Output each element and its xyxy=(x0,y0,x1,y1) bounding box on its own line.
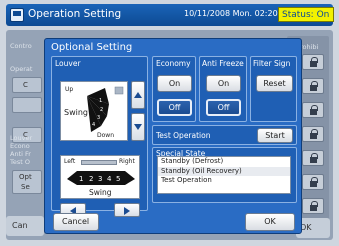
louver-up-label: Up xyxy=(65,86,74,93)
lr-swing-label: Swing xyxy=(89,188,112,197)
special-state-item: Standby (Defrost) xyxy=(161,157,224,165)
bg-c1-label: C xyxy=(23,81,28,89)
lr-pos-4: 4 xyxy=(107,175,112,183)
lock-icon xyxy=(302,78,324,94)
economy-panel: Economy On Off xyxy=(152,56,196,122)
arrow-right-icon xyxy=(124,207,130,215)
lock-icon xyxy=(302,198,324,214)
anti-freeze-panel: Anti Freeze On Off xyxy=(199,56,247,122)
special-state-item: Standby (Oil Recovery) xyxy=(158,166,290,176)
test-operation-panel: Test Operation Start xyxy=(152,125,297,145)
lr-left-label: Left xyxy=(64,158,76,165)
louver-pos-2: 2 xyxy=(100,107,103,113)
louver-down-label: Down xyxy=(97,132,115,139)
bg-prohibit-label: rohibi xyxy=(300,43,319,51)
title-bar: Operation Setting 10/11/2008 Mon. 02:20 … xyxy=(6,4,334,26)
bg-cancel-button: Can xyxy=(6,216,44,236)
cancel-button[interactable]: Cancel xyxy=(53,213,99,231)
bg-button-optional: Opt Se xyxy=(12,170,42,194)
louver-panel: Louver 1 2 3 4 Up Swing Down Left Right … xyxy=(51,56,148,217)
ok-button[interactable]: OK xyxy=(245,213,295,231)
lock-icon xyxy=(302,174,324,190)
special-state-list: Standby (Defrost) Standby (Oil Recovery)… xyxy=(157,156,291,194)
louver-right-button[interactable] xyxy=(114,203,140,217)
app-icon xyxy=(10,8,24,22)
filter-reset-button[interactable]: Reset xyxy=(256,75,293,92)
window-title: Operation Setting xyxy=(28,8,122,20)
bg-button-extra xyxy=(12,97,42,113)
test-operation-label: Test Operation xyxy=(156,131,211,140)
economy-off-button[interactable]: Off xyxy=(157,99,192,116)
economy-label: Economy xyxy=(156,59,191,68)
bg-label-antifreeze: Anti Fr xyxy=(10,150,31,158)
test-start-button[interactable]: Start xyxy=(257,128,293,143)
lr-slider-track xyxy=(81,160,117,165)
lr-pos-1: 1 xyxy=(79,175,83,183)
anti-freeze-label: Anti Freeze xyxy=(202,59,244,68)
filter-sign-label: Filter Sign xyxy=(253,59,291,68)
arrow-up-icon xyxy=(134,92,142,98)
bg-label-control: Contro xyxy=(10,42,32,50)
louver-pos-4: 4 xyxy=(92,122,95,128)
louver-swing-label: Swing xyxy=(64,108,88,117)
bg-label-operation: Operat xyxy=(10,65,33,73)
lr-right-label: Right xyxy=(119,158,135,165)
bg-label-economy: Econo xyxy=(10,142,30,150)
louver-pos-1: 1 xyxy=(99,98,102,104)
lock-icon xyxy=(302,126,324,142)
dialog-title: Optional Setting xyxy=(51,42,133,53)
lr-pos-2: 2 xyxy=(89,175,93,183)
bg-label-louver: Louver xyxy=(10,134,33,142)
lock-icon xyxy=(302,102,324,118)
bg-label-test: Test O xyxy=(10,158,30,166)
screen: Operation Setting 10/11/2008 Mon. 02:20 … xyxy=(0,0,339,246)
arrow-down-icon xyxy=(134,124,142,130)
louver-up-button[interactable] xyxy=(131,81,145,109)
louver-vertical-display: 1 2 3 4 Up Swing Down xyxy=(60,81,128,141)
louver-label: Louver xyxy=(55,59,81,68)
anti-freeze-on-button[interactable]: On xyxy=(206,75,241,92)
lock-icon xyxy=(302,150,324,166)
economy-on-button[interactable]: On xyxy=(157,75,192,92)
filter-sign-panel: Filter Sign Reset xyxy=(250,56,297,122)
lr-pos-5: 5 xyxy=(116,175,120,183)
anti-freeze-off-button[interactable]: Off xyxy=(206,99,241,116)
optional-setting-dialog: Optional Setting Louver 1 2 3 4 Up Swing xyxy=(44,38,302,234)
lr-pos-3: 3 xyxy=(98,175,102,183)
lr-fan-icon: 1 2 3 4 5 xyxy=(67,171,135,185)
lock-icon xyxy=(302,54,324,70)
louver-pos-3: 3 xyxy=(97,115,100,121)
louver-down-button[interactable] xyxy=(131,113,145,141)
special-state-item: Test Operation xyxy=(161,176,212,184)
louver-horizontal-display: Left Right 1 2 3 4 5 Swing xyxy=(60,155,140,199)
bg-se-label: Se xyxy=(21,183,30,191)
status-badge: Status: On xyxy=(278,7,334,22)
bg-opt-label: Opt xyxy=(19,173,32,181)
date-time: 10/11/2008 Mon. 02:20 PM xyxy=(184,9,292,18)
bg-button-c1: C xyxy=(12,77,42,93)
